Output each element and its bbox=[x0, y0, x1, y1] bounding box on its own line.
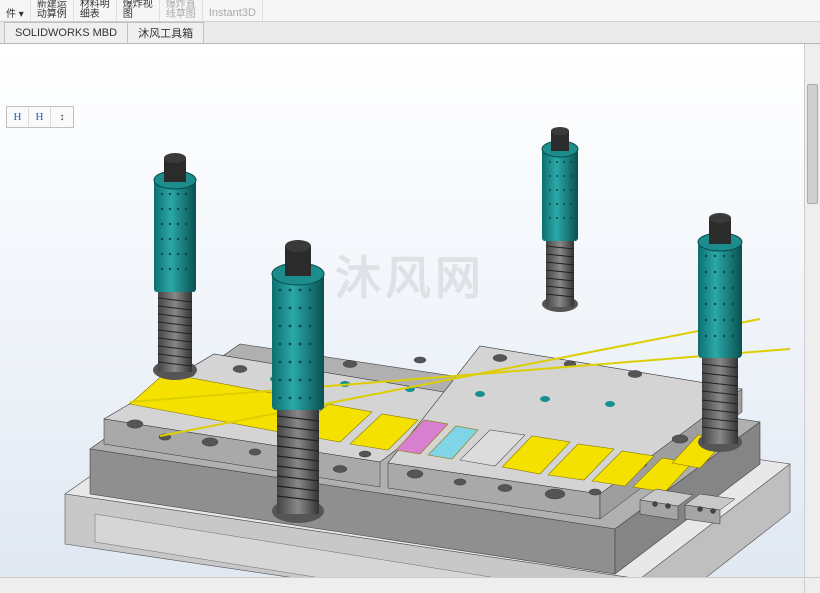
ribbon-label: 细表 bbox=[80, 10, 110, 20]
ribbon-label: Instant3D bbox=[209, 8, 256, 18]
scrollbar-thumb[interactable] bbox=[807, 84, 818, 204]
ribbon-col-instant3d[interactable]: Instant3D bbox=[203, 0, 263, 21]
ribbon-col-motion[interactable]: 新建运 动算例 bbox=[31, 0, 74, 21]
ribbon-col-explode[interactable]: 爆炸视 图 bbox=[117, 0, 160, 21]
ribbon-label: 件 ▾ bbox=[6, 10, 24, 20]
ribbon-col-file[interactable]: 件 ▾ bbox=[0, 0, 31, 21]
vertical-scrollbar[interactable] bbox=[804, 44, 820, 577]
ribbon-label: 线草图 bbox=[166, 10, 196, 20]
ribbon-label: 动算例 bbox=[37, 10, 67, 20]
ribbon-col-explode-sketch[interactable]: 爆炸直 线草图 bbox=[160, 0, 203, 21]
ribbon-col-bom[interactable]: 材料明 细表 bbox=[74, 0, 117, 21]
guide-pillar-front-left bbox=[272, 240, 324, 523]
ribbon-command-row: 件 ▾ 新建运 动算例 材料明 细表 爆炸视 图 爆炸直 线草图 Instant… bbox=[0, 0, 820, 22]
guide-pillar-back-right bbox=[542, 127, 578, 312]
horizontal-scrollbar[interactable] bbox=[0, 577, 804, 593]
tab-solidworks-mbd[interactable]: SOLIDWORKS MBD bbox=[4, 22, 128, 43]
guide-pillar-front-right bbox=[698, 213, 742, 452]
scrollbar-corner bbox=[804, 577, 820, 593]
tab-mufeng-toolbox[interactable]: 沐风工具箱 bbox=[128, 22, 204, 43]
guide-pillar-back-left bbox=[153, 153, 197, 380]
ribbon-label: 图 bbox=[123, 10, 153, 20]
command-manager-tabs: SOLIDWORKS MBD 沐风工具箱 bbox=[0, 22, 820, 44]
cad-model-render bbox=[0, 44, 804, 577]
graphics-viewport[interactable]: H H ↕ 沐风网 bbox=[0, 44, 820, 593]
